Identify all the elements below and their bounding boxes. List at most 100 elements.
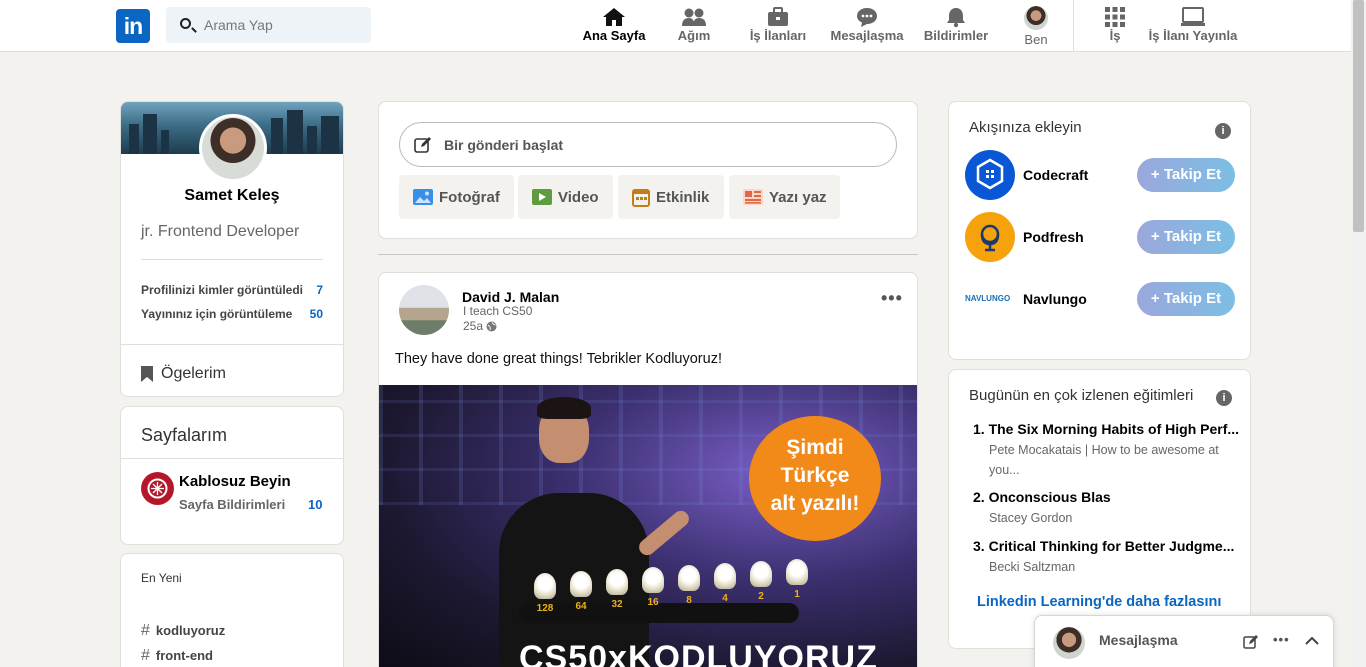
post-author-name[interactable]: David J. Malan: [462, 289, 559, 305]
kablosuz-beyin-logo[interactable]: [141, 472, 174, 505]
podfresh-logo[interactable]: [965, 212, 1015, 262]
scrollbar-thumb[interactable]: [1353, 0, 1364, 232]
post-image[interactable]: 128 64 32 16 8 4 2 1 Şimdi Türkçe alt yazılı! C…: [379, 385, 917, 667]
light-bulb: [750, 561, 772, 587]
post-author-subtitle: I teach CS50: [463, 304, 533, 318]
photo-button[interactable]: Fotoğraf: [399, 175, 514, 219]
post-text: They have done great things! Tebrikler K…: [395, 351, 722, 367]
course-title[interactable]: 3. Critical Thinking for Better Judgme..…: [973, 538, 1245, 554]
subtitle-badge: Şimdi Türkçe alt yazılı!: [749, 416, 881, 541]
course-title[interactable]: 1. The Six Morning Habits of High Perf..…: [973, 421, 1245, 437]
bulb-number: 16: [647, 597, 659, 608]
bulb-number: 8: [686, 595, 692, 606]
follow-title: Akışınıza ekleyin: [969, 119, 1082, 136]
pages-card: Sayfalarım Kablosuz Beyin Sayfa Bildirim…: [120, 406, 344, 545]
light-bulb: [678, 565, 700, 591]
avatar: [1024, 6, 1048, 30]
nav-jobs[interactable]: İş İlanları: [748, 6, 808, 46]
top-navbar: in Ana Sayfa Ağım İş İlanları Mesajlaşma…: [0, 0, 1351, 52]
bulb-number: 1: [794, 589, 800, 600]
course-author: Pete Mocakatais | How to be awesome at y…: [989, 443, 1219, 477]
write-article-button[interactable]: Yazı yaz: [729, 175, 840, 219]
nav-me[interactable]: Ben: [1020, 6, 1052, 47]
hashtag-item[interactable]: # front-end: [141, 647, 213, 665]
page-name[interactable]: Kablosuz Beyin: [179, 473, 291, 490]
follow-button[interactable]: + Takip Et: [1137, 282, 1235, 316]
light-bulb: [642, 567, 664, 593]
page-notifications-count[interactable]: 10: [308, 497, 322, 512]
search-input[interactable]: [204, 7, 364, 43]
navlungo-logo[interactable]: NAVLUNGO: [965, 274, 1017, 324]
light-bulb: [606, 569, 628, 595]
divider: [121, 344, 343, 345]
hashtag-icon: #: [141, 622, 150, 639]
company-name[interactable]: Podfresh: [1023, 229, 1084, 245]
follow-button[interactable]: + Takip Et: [1137, 158, 1235, 192]
linkedin-logo[interactable]: in: [116, 9, 150, 43]
light-bulb: [714, 563, 736, 589]
learning-more-link[interactable]: Linkedin Learning'de daha fazlasını: [977, 594, 1221, 610]
bulb-number: 64: [575, 601, 587, 612]
bulb-number: 32: [611, 599, 623, 610]
post-timestamp: 25a: [463, 319, 497, 333]
author-avatar[interactable]: [399, 285, 449, 335]
course-author: Stacey Gordon: [989, 511, 1073, 525]
video-button[interactable]: Video: [518, 175, 613, 219]
hashtag-icon: #: [141, 647, 150, 664]
home-icon: [603, 8, 625, 26]
pages-title: Sayfalarım: [141, 425, 228, 445]
company-name[interactable]: Navlungo: [1023, 291, 1087, 307]
profile-viewers-label[interactable]: Profilinizi kimler görüntüledi: [141, 283, 303, 297]
article-icon: [743, 189, 763, 205]
messaging-dock[interactable]: Mesajlaşma •••: [1034, 615, 1334, 667]
hashtag-item[interactable]: # kodluyoruz: [141, 622, 225, 640]
page-notifications-label[interactable]: Sayfa Bildirimleri: [179, 497, 285, 512]
feed-post: David J. Malan I teach CS50 25a ••• They…: [378, 272, 918, 667]
codecraft-hex-icon: [976, 158, 1004, 190]
course-title[interactable]: 2. Onconscious Blas: [973, 489, 1245, 505]
profile-avatar[interactable]: [199, 114, 267, 182]
bulb-number: 4: [722, 593, 728, 604]
nav-messaging[interactable]: Mesajlaşma: [829, 6, 905, 46]
light-bulb: [570, 571, 592, 597]
my-items-link[interactable]: Ögelerim: [141, 365, 226, 383]
brain-icon: [147, 478, 168, 499]
image-caption: CS50xKODLUYORUZ: [519, 639, 878, 667]
follow-button[interactable]: + Takip Et: [1137, 220, 1235, 254]
nav-notifications[interactable]: Bildirimler: [922, 6, 990, 46]
messaging-more-icon[interactable]: •••: [1273, 632, 1290, 647]
post-job-icon: [1181, 7, 1205, 26]
codecraft-logo[interactable]: [965, 150, 1015, 200]
bookmark-icon: [141, 366, 153, 382]
courses-title: Bugünün en çok izlenen eğitimleri: [969, 387, 1194, 404]
search-icon: [180, 18, 191, 29]
nav-network[interactable]: Ağım: [675, 6, 713, 46]
avatar: [1053, 627, 1085, 659]
feed-divider: [378, 254, 918, 255]
recent-card: En Yeni # kodluyoruz # front-end: [120, 553, 344, 667]
company-name[interactable]: Codecraft: [1023, 167, 1088, 183]
nav-post-job[interactable]: İş İlanı Yayınla: [1146, 6, 1240, 46]
post-views-count[interactable]: 50: [310, 307, 323, 321]
light-bulb: [534, 573, 556, 599]
divider: [121, 458, 343, 459]
calendar-icon: [632, 189, 650, 207]
profile-viewers-count[interactable]: 7: [316, 283, 323, 297]
start-post-input[interactable]: Bir gönderi başlat: [399, 122, 897, 167]
nav-work[interactable]: İş: [1102, 6, 1128, 46]
profile-name[interactable]: Samet Keleş: [121, 187, 343, 205]
post-composer: Bir gönderi başlat Fotoğraf Video Etkinl…: [378, 101, 918, 239]
search-box[interactable]: [166, 7, 371, 43]
network-icon: [682, 8, 706, 26]
divider: [141, 259, 323, 260]
compose-message-icon[interactable]: [1243, 634, 1259, 650]
profile-card: Samet Keleş jr. Frontend Developer Profi…: [120, 101, 344, 397]
edit-icon: [414, 136, 431, 153]
post-views-label[interactable]: Yayınınız için görüntüleme: [141, 307, 292, 321]
chevron-up-icon[interactable]: [1305, 636, 1319, 646]
nav-home[interactable]: Ana Sayfa: [582, 6, 646, 46]
event-button[interactable]: Etkinlik: [618, 175, 724, 219]
info-icon[interactable]: i: [1216, 390, 1232, 406]
more-options-icon[interactable]: •••: [881, 289, 903, 307]
info-icon[interactable]: i: [1215, 123, 1231, 139]
